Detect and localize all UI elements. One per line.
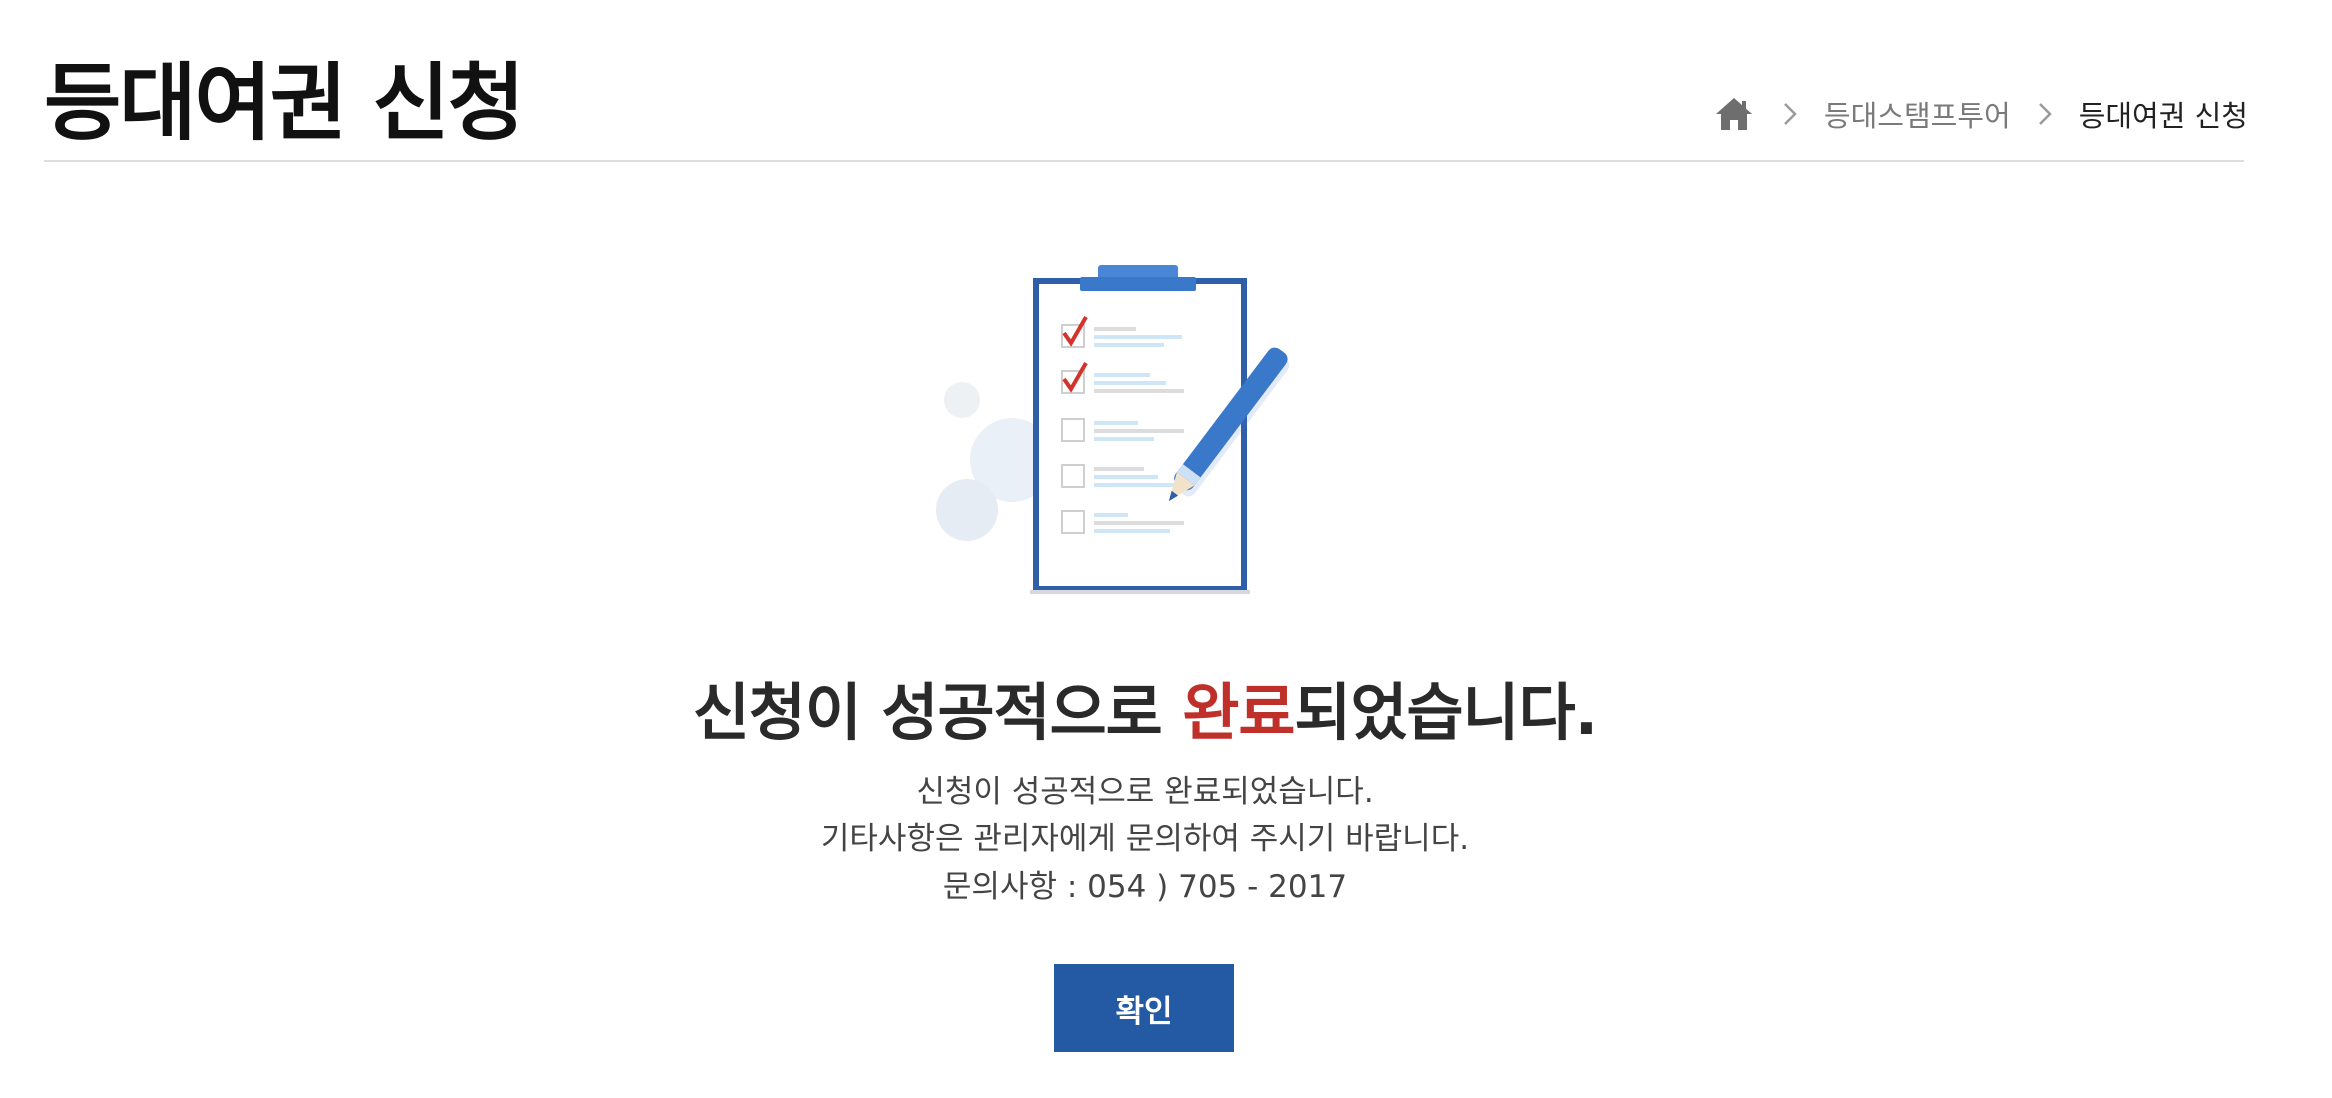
home-icon[interactable] <box>1712 92 1756 136</box>
page-title: 등대여권 신청 <box>44 54 525 152</box>
completion-message: 신청이 성공적으로 완료되었습니다. <box>0 662 2290 752</box>
chevron-right-icon <box>2023 92 2067 136</box>
description-line-2: 기타사항은 관리자에게 문의하여 주시기 바랍니다. <box>820 821 1470 857</box>
confirm-button[interactable]: 확인 <box>1054 964 1234 1052</box>
chevron-right-icon <box>1768 92 1812 136</box>
contact-info: 문의사항 : 054 ) 705 - 2017 <box>942 869 1348 905</box>
breadcrumb-link-stamp-tour[interactable]: 등대스탬프투어 <box>1824 93 2011 135</box>
page: 등대여권 신청 등대스탬프투어 등대여권 신청 신청이 성공적으로 완료되었습니… <box>0 0 2332 1098</box>
breadcrumb-current: 등대여권 신청 <box>2078 99 2248 133</box>
description-line-1: 신청이 성공적으로 완료되었습니다. <box>916 774 1374 810</box>
clipboard-checklist-icon <box>936 265 1290 594</box>
completion-message-prefix: 신청이 성공적으로 <box>692 676 1183 749</box>
breadcrumb: 등대스탬프투어 등대여권 신청 <box>1712 92 2248 136</box>
header-divider <box>44 160 2244 162</box>
completion-message-accent: 완료 <box>1182 676 1295 749</box>
completion-message-suffix: 되었습니다. <box>1294 676 1598 749</box>
